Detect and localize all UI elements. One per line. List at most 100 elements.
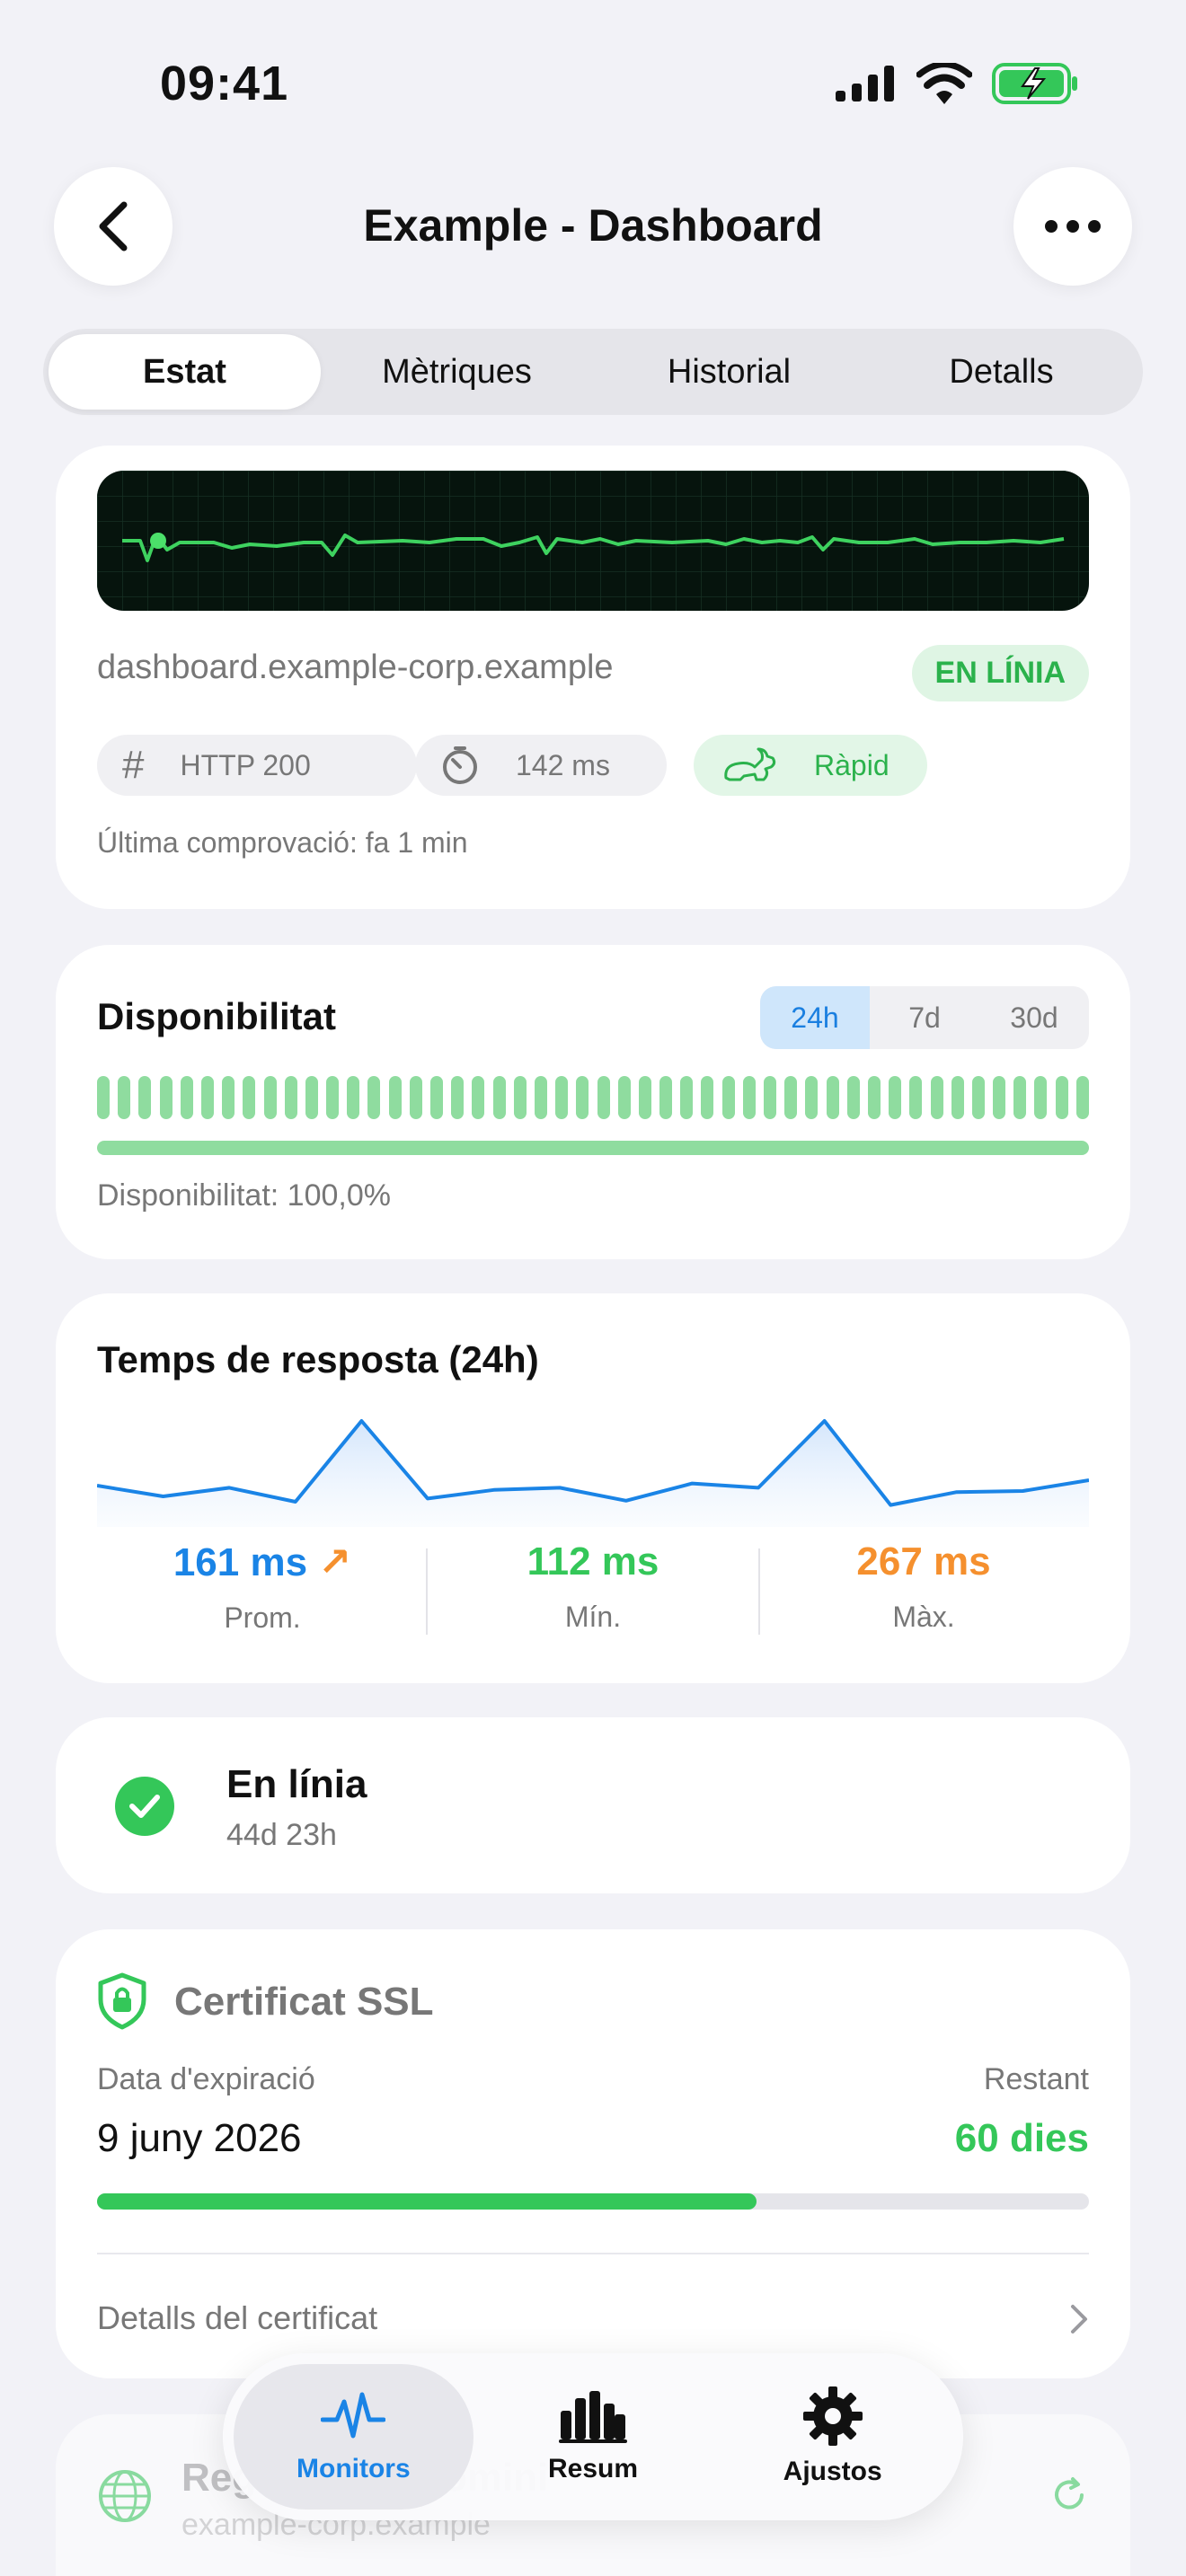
hash-icon: # — [122, 743, 145, 787]
uptime-bar — [472, 1076, 485, 1119]
tabbar-monitors-label: Monitors — [296, 2454, 411, 2483]
uptime-bar — [930, 1076, 943, 1119]
range-7d[interactable]: 7d — [870, 986, 979, 1049]
certificate-details-link[interactable]: Detalls del certificat — [97, 2299, 377, 2337]
uptime-bar — [638, 1076, 651, 1119]
status-badge: EN LÍNIA — [911, 645, 1089, 701]
tab-metriques[interactable]: Mètriques — [321, 334, 593, 410]
trend-up-icon: ↗ — [318, 1540, 352, 1584]
uptime-bar — [764, 1076, 776, 1119]
battery-charging-icon — [992, 63, 1077, 104]
refresh-icon[interactable] — [1049, 2475, 1089, 2515]
ssl-validity-fill — [97, 2193, 757, 2210]
uptime-bar — [222, 1076, 235, 1119]
tabbar-monitors[interactable]: Monitors — [234, 2364, 474, 2510]
uptime-bar — [513, 1076, 527, 1119]
uptime-bar — [243, 1076, 256, 1119]
stat-average-label: Prom. — [224, 1601, 301, 1634]
uptime-bar — [263, 1076, 277, 1119]
ellipsis-icon — [1045, 220, 1101, 233]
uptime-bar — [326, 1076, 340, 1119]
availability-title: Disponibilitat — [97, 995, 336, 1037]
uptime-bar — [138, 1076, 152, 1119]
globe-icon — [99, 2470, 151, 2522]
more-button[interactable] — [1013, 167, 1132, 286]
online-duration: 44d 23h — [226, 1818, 337, 1852]
http-status-chip: # HTTP 200 — [97, 735, 417, 796]
uptime-bar — [1075, 1076, 1089, 1119]
speed-label: Ràpid — [814, 748, 890, 781]
last-check: Última comprovació: fa 1 min — [97, 826, 468, 859]
ssl-card: Certificat SSL Data d'expiració Restant … — [56, 1929, 1130, 2378]
uptime-bar — [1034, 1076, 1048, 1119]
uptime-bar — [742, 1076, 756, 1119]
range-30d[interactable]: 30d — [979, 986, 1089, 1049]
uptime-bar — [118, 1076, 131, 1119]
uptime-bar — [367, 1076, 381, 1119]
uptime-bar — [492, 1076, 506, 1119]
segmented-tabs: Estat Mètriques Historial Detalls — [43, 329, 1143, 415]
rabbit-icon — [724, 747, 776, 781]
uptime-bar — [784, 1076, 798, 1119]
tabbar-ajustos-label: Ajustos — [783, 2457, 882, 2486]
uptime-bar — [534, 1076, 547, 1119]
online-status-card: En línia 44d 23h — [56, 1717, 1130, 1893]
uptime-bar — [846, 1076, 860, 1119]
uptime-bar — [951, 1076, 964, 1119]
uptime-bar — [909, 1076, 923, 1119]
expiry-date: 9 juny 2026 — [97, 2116, 302, 2160]
uptime-bar — [1013, 1076, 1027, 1119]
monitor-domain: dashboard.example-corp.example — [97, 648, 614, 686]
online-status-title: En línia — [226, 1762, 367, 1806]
tab-estat[interactable]: Estat — [49, 334, 321, 410]
uptime-bar — [430, 1076, 443, 1119]
uptime-bar — [1055, 1076, 1068, 1119]
availability-card: Disponibilitat 24h 7d 30d Disponibilitat… — [56, 945, 1130, 1259]
uptime-bar — [284, 1076, 297, 1119]
stat-max-value: 267 ms — [856, 1539, 991, 1584]
stat-max-label: Màx. — [892, 1601, 955, 1633]
uptime-bars — [97, 1076, 1089, 1119]
uptime-bar — [867, 1076, 881, 1119]
wifi-icon — [916, 63, 972, 104]
chevron-right-icon — [1071, 2305, 1087, 2333]
tab-historial[interactable]: Historial — [593, 334, 865, 410]
uptime-bar — [617, 1076, 631, 1119]
remaining-days: 60 dies — [954, 2116, 1089, 2160]
uptime-bar — [805, 1076, 819, 1119]
response-time-card: Temps de resposta (24h) 161 ms ↗ Prom. 1… — [56, 1293, 1130, 1683]
tabbar-resum[interactable]: Resum — [474, 2364, 713, 2510]
uptime-bar — [576, 1076, 589, 1119]
uptime-bar — [409, 1076, 422, 1119]
tabbar-ajustos[interactable]: Ajustos — [712, 2364, 952, 2510]
uptime-bar — [721, 1076, 735, 1119]
gear-icon — [802, 2386, 863, 2446]
range-24h[interactable]: 24h — [760, 986, 870, 1049]
uptime-bar — [159, 1076, 173, 1119]
tab-detalls[interactable]: Detalls — [865, 334, 1137, 410]
availability-text: Disponibilitat: 100,0% — [97, 1178, 391, 1213]
stat-min-value: 112 ms — [527, 1539, 659, 1584]
cellular-signal-icon — [836, 66, 894, 101]
uptime-bar — [180, 1076, 193, 1119]
timer-icon — [443, 746, 477, 784]
stat-min: 112 ms Mín. — [428, 1539, 758, 1634]
range-selector: 24h 7d 30d — [760, 986, 1089, 1049]
stat-average-value: 161 ms ↗ — [173, 1540, 352, 1584]
stat-min-label: Mín. — [564, 1601, 622, 1633]
uptime-bar — [451, 1076, 465, 1119]
ssl-validity-bar — [97, 2193, 1089, 2210]
status-time: 09:41 — [160, 57, 289, 110]
shield-lock-icon — [98, 1972, 146, 2030]
uptime-bar — [200, 1076, 214, 1119]
latency-chip: 142 ms — [415, 735, 667, 796]
uptime-bar — [388, 1076, 402, 1119]
bar-chart-icon — [559, 2391, 627, 2443]
latency-label: 142 ms — [516, 748, 610, 781]
uptime-bar — [659, 1076, 673, 1119]
uptime-bar — [971, 1076, 985, 1119]
uptime-bar — [889, 1076, 902, 1119]
tabbar-resum-label: Resum — [547, 2454, 639, 2483]
pulse-icon — [321, 2392, 386, 2439]
uptime-bar — [680, 1076, 694, 1119]
